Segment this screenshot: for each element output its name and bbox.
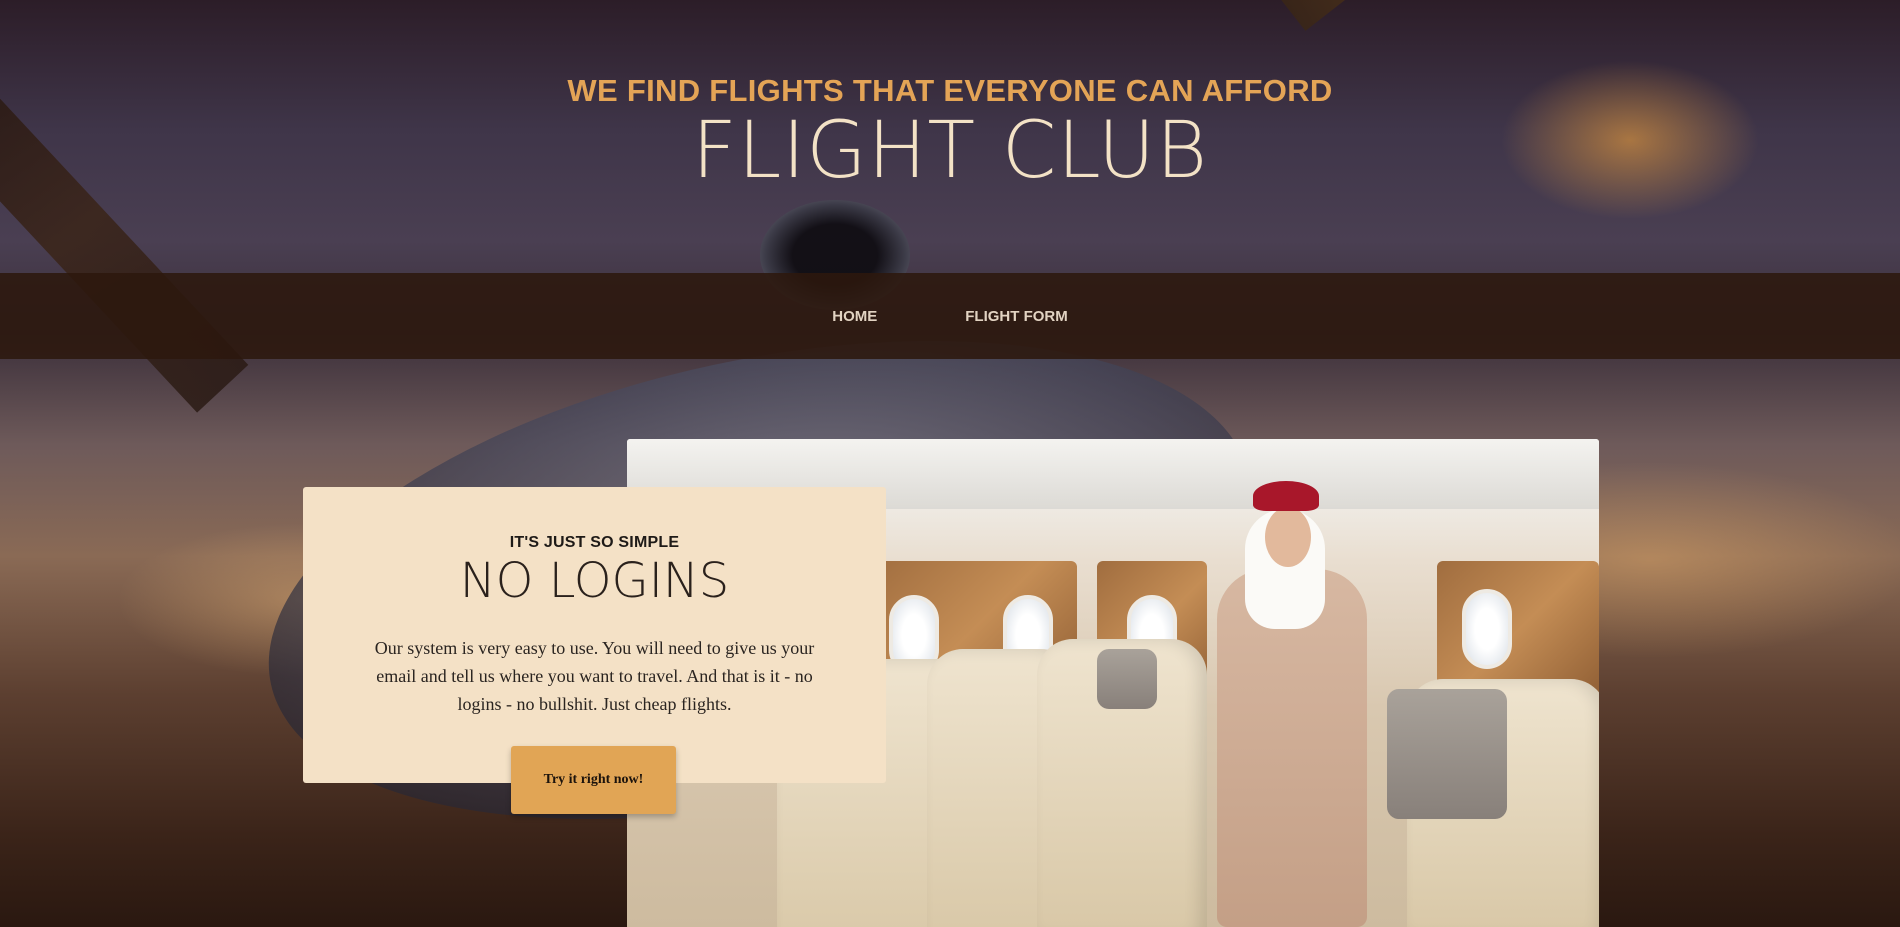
nav-link-flight-form[interactable]: FLIGHT FORM xyxy=(941,300,1091,333)
feature-description: Our system is very easy to use. You will… xyxy=(374,638,815,714)
feature-card: IT'S JUST SO SIMPLE NO LOGINS Our system… xyxy=(303,487,886,783)
cabin-window xyxy=(1462,589,1512,669)
seat-headrest xyxy=(1097,649,1157,709)
attendant-face xyxy=(1265,507,1311,567)
hero-header: WE FIND FLIGHTS THAT EVERYONE CAN AFFORD… xyxy=(0,0,1900,273)
attendant-hat xyxy=(1253,481,1319,511)
seat-headrest xyxy=(1387,689,1507,819)
feature-eyebrow: IT'S JUST SO SIMPLE xyxy=(509,534,680,551)
site-tagline: WE FIND FLIGHTS THAT EVERYONE CAN AFFORD xyxy=(567,73,1333,108)
feature-heading: NO LOGINS xyxy=(459,553,730,609)
nav-link-home[interactable]: HOME xyxy=(808,300,901,333)
main-navbar: HOME FLIGHT FORM xyxy=(0,273,1900,359)
try-it-now-button[interactable]: Try it right now! xyxy=(511,746,676,814)
site-title: FLIGHT CLUB xyxy=(691,106,1209,196)
